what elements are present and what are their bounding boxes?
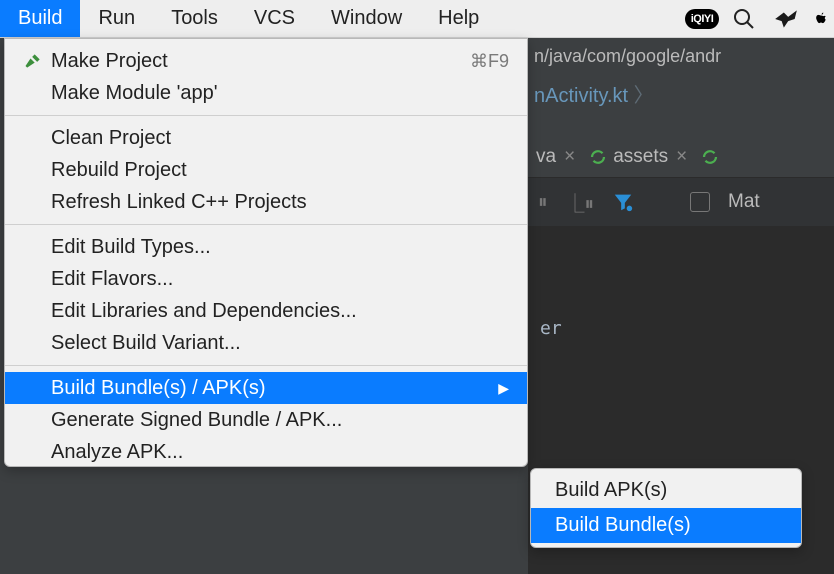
breadcrumb-bar: n/java/com/google/andr nActivity.kt 〉 (528, 38, 834, 108)
menu-refresh-cpp[interactable]: Refresh Linked C++ Projects (5, 186, 527, 218)
refresh-icon (589, 148, 607, 166)
menu-rebuild-project[interactable]: Rebuild Project (5, 154, 527, 186)
shortcut-label: ⌘F9 (470, 51, 509, 72)
pause-outline-icon[interactable]: ⎿⏸ (566, 189, 595, 216)
close-icon[interactable]: × (564, 146, 575, 168)
menu-vcs[interactable]: VCS (236, 0, 313, 37)
logcat-toolbar: ⏸ ⎿⏸ Mat (528, 178, 834, 226)
filter-icon[interactable] (612, 191, 634, 213)
menu-edit-flavors[interactable]: Edit Flavors... (5, 263, 527, 295)
chevron-right-icon: ▶ (498, 380, 509, 397)
close-icon[interactable]: × (676, 146, 687, 168)
menu-window[interactable]: Window (313, 0, 420, 37)
tab-partial[interactable] (697, 146, 723, 168)
menu-tools[interactable]: Tools (153, 0, 236, 37)
menu-select-variant[interactable]: Select Build Variant... (5, 327, 527, 359)
menu-clean-project[interactable]: Clean Project (5, 122, 527, 154)
bird-icon[interactable] (772, 5, 800, 33)
match-label-fragment: Mat (728, 191, 760, 213)
build-bundles-submenu: Build APK(s) Build Bundle(s) (530, 468, 802, 548)
menu-edit-build-types[interactable]: Edit Build Types... (5, 231, 527, 263)
submenu-build-apks[interactable]: Build APK(s) (531, 473, 801, 508)
menu-make-project[interactable]: Make Project ⌘F9 (5, 45, 527, 77)
build-menu-dropdown: Make Project ⌘F9 Make Module 'app' Clean… (4, 38, 528, 467)
hammer-icon (23, 51, 51, 71)
file-crumb[interactable]: nActivity.kt 〉 (534, 79, 828, 108)
menu-separator (5, 224, 527, 225)
refresh-icon (701, 148, 719, 166)
menu-generate-signed[interactable]: Generate Signed Bundle / APK... (5, 404, 527, 436)
menu-edit-libs[interactable]: Edit Libraries and Dependencies... (5, 295, 527, 327)
pause-icon[interactable]: ⏸ (538, 191, 548, 213)
path-fragment: n/java/com/google/andr (534, 46, 828, 67)
code-fragment: er (540, 318, 562, 339)
submenu-build-bundles[interactable]: Build Bundle(s) (531, 508, 801, 543)
iqiyi-icon[interactable]: iQIYI (688, 5, 716, 33)
menu-run[interactable]: Run (80, 0, 153, 37)
menu-separator (5, 115, 527, 116)
menu-separator (5, 365, 527, 366)
menu-build-bundles-apks[interactable]: Build Bundle(s) / APK(s) ▶ (5, 372, 527, 404)
menu-make-module[interactable]: Make Module 'app' (5, 77, 527, 109)
tab-java-fragment[interactable]: va × (532, 144, 579, 170)
tab-assets[interactable]: assets × (585, 144, 691, 170)
editor-tabs: va × assets × (528, 136, 834, 178)
menu-analyze-apk[interactable]: Analyze APK... (5, 436, 527, 468)
match-case-checkbox[interactable] (690, 192, 710, 212)
menu-help[interactable]: Help (420, 0, 497, 37)
apple-icon[interactable] (814, 5, 828, 33)
menubar: Build Run Tools VCS Window Help iQIYI (0, 0, 834, 38)
menu-build[interactable]: Build (0, 0, 80, 37)
search-icon[interactable] (730, 5, 758, 33)
menubar-tray: iQIYI (688, 5, 834, 33)
